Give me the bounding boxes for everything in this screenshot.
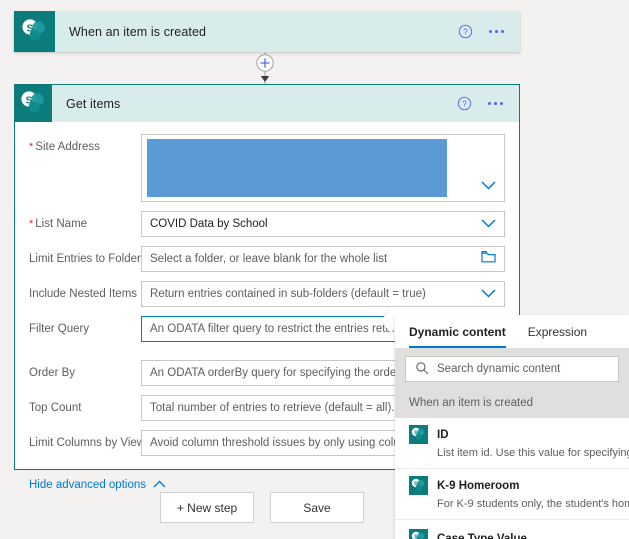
field-label-order-by: Order By xyxy=(29,367,76,379)
sharepoint-icon: S xyxy=(14,11,55,52)
dynamic-content-item-id[interactable]: S ID List item id. Use this value for sp… xyxy=(395,418,629,469)
field-label-site-address: * Site Address xyxy=(29,141,100,153)
new-step-button[interactable]: + New step xyxy=(160,492,254,523)
include-nested-items-input[interactable]: Return entries contained in sub-folders … xyxy=(141,281,505,307)
limit-entries-to-folder-placeholder: Select a folder, or leave blank for the … xyxy=(150,253,388,265)
svg-text:?: ? xyxy=(463,28,468,37)
trigger-title: When an item is created xyxy=(69,24,207,39)
field-label-include-nested-items: Include Nested Items xyxy=(29,288,138,300)
tab-dynamic-content[interactable]: Dynamic content xyxy=(409,325,506,348)
sharepoint-icon: S xyxy=(409,529,428,539)
flow-designer-canvas: S When an item is created ? S Get items … xyxy=(0,0,629,539)
dynamic-content-item-description: List item id. Use this value for specify… xyxy=(437,447,629,459)
footer-actions: + New step Save xyxy=(0,492,629,523)
dynamic-content-item-name: ID xyxy=(437,429,449,441)
save-button[interactable]: Save xyxy=(270,492,364,523)
chevron-up-icon xyxy=(153,479,166,491)
svg-text:S: S xyxy=(26,22,33,34)
action-card-header[interactable]: S Get items ? xyxy=(15,85,519,122)
help-icon[interactable]: ? xyxy=(458,24,473,39)
hide-advanced-options-link[interactable]: Hide advanced options xyxy=(29,479,166,491)
folder-icon[interactable] xyxy=(481,250,496,268)
required-asterisk: * xyxy=(29,218,34,230)
chevron-down-icon[interactable] xyxy=(481,285,496,303)
svg-text:S: S xyxy=(414,481,418,487)
required-asterisk: * xyxy=(29,141,34,153)
svg-text:?: ? xyxy=(462,100,467,109)
trigger-card[interactable]: S When an item is created ? xyxy=(14,11,520,52)
chevron-down-icon[interactable] xyxy=(481,177,496,195)
svg-text:S: S xyxy=(414,430,418,436)
field-label-filter-query: Filter Query xyxy=(29,323,90,335)
sharepoint-icon: S xyxy=(409,425,428,444)
svg-text:S: S xyxy=(414,534,418,539)
field-row-include-nested-items: Include Nested Items Return entries cont… xyxy=(29,281,505,307)
chevron-down-icon[interactable] xyxy=(481,215,496,233)
tab-expression[interactable]: Expression xyxy=(528,325,587,348)
limit-entries-to-folder-input[interactable]: Select a folder, or leave blank for the … xyxy=(141,246,505,272)
trigger-header-actions: ? xyxy=(458,24,520,39)
redacted-value-overlay xyxy=(147,139,447,197)
trigger-card-header[interactable]: S When an item is created ? xyxy=(14,11,520,52)
more-options-icon[interactable] xyxy=(489,30,504,33)
field-row-list-name: * List Name COVID Data by School xyxy=(29,211,505,237)
search-input[interactable]: Search dynamic content xyxy=(405,356,619,382)
list-name-input[interactable]: COVID Data by School xyxy=(141,211,505,237)
site-address-input[interactable] xyxy=(141,134,505,202)
field-row-site-address: * Site Address xyxy=(29,134,505,202)
dynamic-content-item-name: K-9 Homeroom xyxy=(437,480,520,492)
hide-advanced-options-label: Hide advanced options xyxy=(29,479,146,491)
dynamic-content-search-container: Search dynamic content xyxy=(395,348,629,390)
add-step-connector[interactable] xyxy=(247,52,283,85)
sharepoint-icon: S xyxy=(15,85,52,122)
field-row-limit-entries-to-folder: Limit Entries to Folder Select a folder,… xyxy=(29,246,505,272)
svg-text:S: S xyxy=(25,94,32,106)
help-icon[interactable]: ? xyxy=(457,96,472,111)
field-label-top-count: Top Count xyxy=(29,402,82,414)
field-label-list-name: * List Name xyxy=(29,218,88,230)
more-options-icon[interactable] xyxy=(488,102,503,105)
dynamic-content-group-label: When an item is created xyxy=(395,390,629,418)
field-label-limit-columns-by-view: Limit Columns by View xyxy=(29,437,146,449)
dynamic-content-item-name: Case Type Value xyxy=(437,533,527,539)
include-nested-items-placeholder: Return entries contained in sub-folders … xyxy=(150,288,426,300)
list-name-value: COVID Data by School xyxy=(150,218,268,230)
field-label-limit-entries-to-folder: Limit Entries to Folder xyxy=(29,253,141,265)
dynamic-content-tabs: Dynamic content Expression xyxy=(395,315,629,348)
search-icon xyxy=(415,361,429,378)
search-placeholder: Search dynamic content xyxy=(437,363,561,375)
action-header-actions: ? xyxy=(457,96,519,111)
action-title: Get items xyxy=(66,96,121,111)
